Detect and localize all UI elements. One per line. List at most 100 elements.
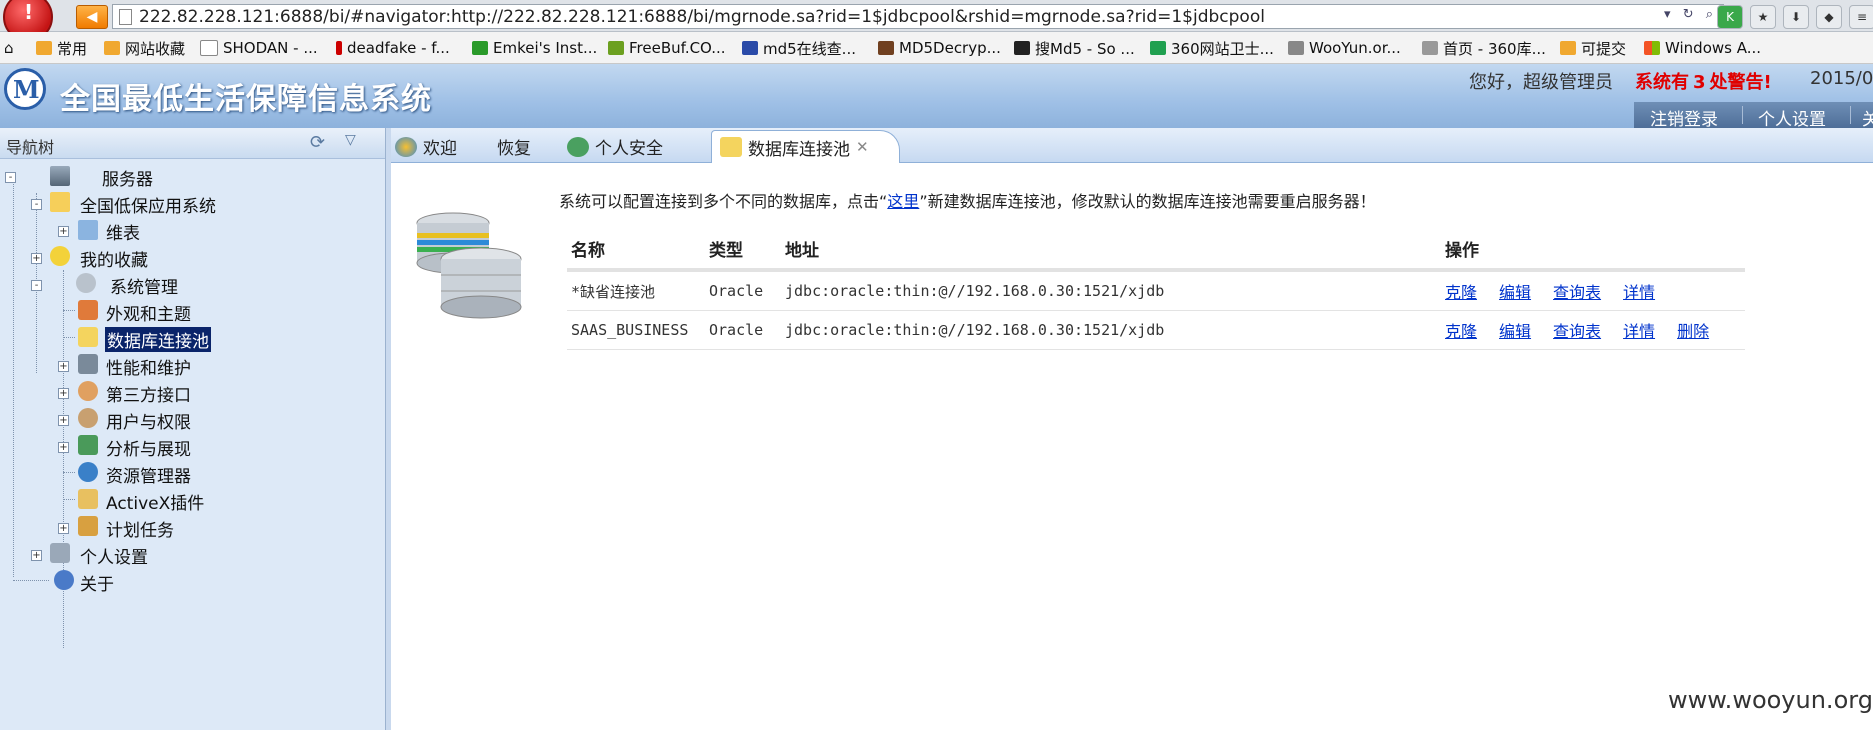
tree-toggle[interactable]: + bbox=[58, 523, 69, 534]
create-pool-link[interactable]: 这里 bbox=[887, 192, 919, 211]
bookmark-item[interactable]: Windows A... bbox=[1644, 38, 1761, 58]
main-content: 系统可以配置连接到多个不同的数据库，点击“这里”新建数据库连接池，修改默认的数据… bbox=[391, 163, 1873, 730]
pool-name-cell: SAAS_BUSINESS bbox=[567, 310, 705, 350]
clone-link[interactable]: 克隆 bbox=[1445, 322, 1477, 341]
bookmark-item[interactable]: Emkei's Inst... bbox=[472, 38, 597, 58]
bookmark-item[interactable]: 可提交 bbox=[1560, 38, 1626, 58]
table-row: *缺省连接池 Oracle jdbc:oracle:thin:@//192.16… bbox=[567, 270, 1745, 311]
download-icon[interactable]: ⬇ bbox=[1783, 5, 1809, 29]
details-link[interactable]: 详情 bbox=[1623, 322, 1655, 341]
edit-link[interactable]: 编辑 bbox=[1499, 322, 1531, 341]
delete-link[interactable]: 删除 bbox=[1677, 322, 1709, 341]
tree-node-users[interactable]: 用户与权限 bbox=[106, 408, 191, 433]
header-menu: 注销登录 个人设置 关 bbox=[1634, 102, 1873, 130]
intro-text: 系统可以配置连接到多个不同的数据库，点击“这里”新建数据库连接池，修改默认的数据… bbox=[559, 188, 1376, 212]
personal-settings-link[interactable]: 个人设置 bbox=[1758, 105, 1826, 130]
chevron-down-icon[interactable]: ▽ bbox=[345, 132, 356, 148]
tree-node-activex[interactable]: ActiveX插件 bbox=[106, 489, 204, 514]
bookmark-item[interactable]: MD5Decryp... bbox=[878, 38, 1001, 58]
tree-node-dimension[interactable]: 维表 bbox=[106, 219, 140, 244]
folder-icon bbox=[36, 41, 52, 55]
favorites-star-icon[interactable]: ★ bbox=[1750, 5, 1776, 29]
menu-icon[interactable]: ≡ bbox=[1849, 5, 1873, 29]
url-input[interactable]: 222.82.228.121:6888/bi/#navigator:http:/… bbox=[112, 4, 1724, 29]
tree-toggle[interactable]: + bbox=[58, 226, 69, 237]
bookmark-item[interactable]: 360网站卫士... bbox=[1150, 38, 1274, 58]
tree-node-schedule[interactable]: 计划任务 bbox=[106, 516, 174, 541]
tab-label: 恢复 bbox=[497, 139, 531, 159]
tree-toggle[interactable]: - bbox=[5, 172, 16, 183]
extension-k-icon[interactable]: K bbox=[1717, 5, 1743, 29]
query-tables-link[interactable]: 查询表 bbox=[1553, 322, 1601, 341]
star-icon bbox=[1422, 41, 1438, 55]
bookmark-item[interactable]: 首页 - 360库... bbox=[1422, 38, 1546, 58]
pool-actions-cell: 克隆 编辑 查询表 详情 bbox=[1441, 270, 1745, 311]
nav-arrow-icon[interactable]: ◀ bbox=[76, 5, 108, 29]
close-icon[interactable]: ✕ bbox=[856, 138, 869, 156]
bookmark-item[interactable]: deadfake - f... bbox=[336, 38, 450, 58]
tree-node-resources[interactable]: 资源管理器 bbox=[106, 462, 191, 487]
tree-connector bbox=[63, 472, 75, 473]
close-link[interactable]: 关 bbox=[1862, 105, 1873, 130]
tree-toggle[interactable]: + bbox=[58, 415, 69, 426]
bookmark-item[interactable]: 常用 bbox=[36, 38, 87, 58]
tree-connector bbox=[63, 310, 75, 311]
tree-toggle[interactable]: - bbox=[31, 280, 42, 291]
favorites-star-icon bbox=[50, 246, 70, 266]
tab-welcome[interactable]: 欢迎 bbox=[395, 132, 457, 161]
alert-count: 3 bbox=[1693, 72, 1706, 93]
tree-node-about[interactable]: 关于 bbox=[80, 570, 114, 595]
game-icon[interactable]: ◆ bbox=[1816, 5, 1842, 29]
shield-icon bbox=[1150, 41, 1166, 55]
details-link[interactable]: 详情 bbox=[1623, 283, 1655, 302]
tab-db-pool[interactable]: 数据库连接池 ✕ bbox=[711, 130, 900, 163]
dimension-table-icon bbox=[78, 220, 98, 240]
greeting-text: 您好，超级管理员 bbox=[1469, 72, 1613, 93]
security-check-icon bbox=[567, 136, 589, 157]
bookmark-item[interactable]: WooYun.or... bbox=[1288, 38, 1401, 58]
pool-address-cell: jdbc:oracle:thin:@//192.168.0.30:1521/xj… bbox=[781, 310, 1441, 350]
refresh-icon[interactable]: ⟳ bbox=[310, 132, 325, 153]
theme-brush-icon bbox=[78, 300, 98, 320]
tree-toggle[interactable]: + bbox=[58, 361, 69, 372]
tree-node-db-pool[interactable]: 数据库连接池 bbox=[105, 327, 211, 352]
system-alert[interactable]: 系统有 3 处警告! bbox=[1635, 68, 1772, 94]
tree-node-personal[interactable]: 个人设置 bbox=[80, 543, 148, 568]
bookmark-item[interactable]: md5在线查... bbox=[742, 38, 856, 58]
tree-toggle[interactable]: + bbox=[58, 442, 69, 453]
bookmark-item[interactable]: SHODAN - ... bbox=[200, 38, 318, 58]
tree-node-system-mgmt[interactable]: 系统管理 bbox=[110, 273, 178, 298]
tree-node-app-system[interactable]: 全国低保应用系统 bbox=[80, 192, 216, 217]
datetime-text: 2015/09 bbox=[1810, 68, 1873, 89]
query-tables-link[interactable]: 查询表 bbox=[1553, 283, 1601, 302]
clone-link[interactable]: 克隆 bbox=[1445, 283, 1477, 302]
bookmark-item[interactable]: 网站收藏 bbox=[104, 38, 185, 58]
tab-label: 个人安全 bbox=[595, 139, 663, 159]
app-header: 全国最低生活保障信息系统 您好，超级管理员 系统有3处警告! 2015/09 注… bbox=[0, 64, 1873, 130]
bookmark-item[interactable]: 搜Md5 - So ... bbox=[1014, 38, 1135, 58]
pool-actions-cell: 克隆 编辑 查询表 详情 删除 bbox=[1441, 310, 1745, 350]
logout-link[interactable]: 注销登录 bbox=[1650, 105, 1718, 130]
tree-toggle[interactable]: - bbox=[31, 199, 42, 210]
tree-node-performance[interactable]: 性能和维护 bbox=[106, 354, 191, 379]
pool-name-cell: *缺省连接池 bbox=[567, 270, 705, 311]
tree-node-favorites[interactable]: 我的收藏 bbox=[80, 246, 148, 271]
bookmark-item[interactable]: FreeBuf.CO... bbox=[608, 38, 726, 58]
tree-toggle[interactable]: + bbox=[31, 550, 42, 561]
tree-node-analysis[interactable]: 分析与展现 bbox=[106, 435, 191, 460]
home-icon[interactable]: ⌂ bbox=[4, 38, 14, 58]
navigation-sidebar: 导航树 ⟳ ▽ - 服务器 - 全国低保应用系统 + 维表 + 我的收藏 - 系… bbox=[0, 128, 386, 730]
tree-node-server[interactable]: 服务器 bbox=[102, 165, 153, 190]
tree-toggle[interactable]: + bbox=[31, 253, 42, 264]
edit-link[interactable]: 编辑 bbox=[1499, 283, 1531, 302]
tab-restore[interactable]: 恢复 bbox=[497, 132, 531, 161]
tree-node-theme[interactable]: 外观和主题 bbox=[106, 300, 191, 325]
column-header-actions: 操作 bbox=[1445, 240, 1479, 261]
gear-icon bbox=[76, 273, 96, 293]
url-tools-icons[interactable]: ▾ ↻ ⌕ bbox=[1664, 7, 1717, 22]
page-icon bbox=[119, 9, 132, 25]
tab-personal-security[interactable]: 个人安全 bbox=[567, 132, 663, 161]
tree-toggle[interactable]: + bbox=[58, 388, 69, 399]
users-icon bbox=[78, 408, 98, 428]
tree-node-third-party[interactable]: 第三方接口 bbox=[106, 381, 191, 406]
